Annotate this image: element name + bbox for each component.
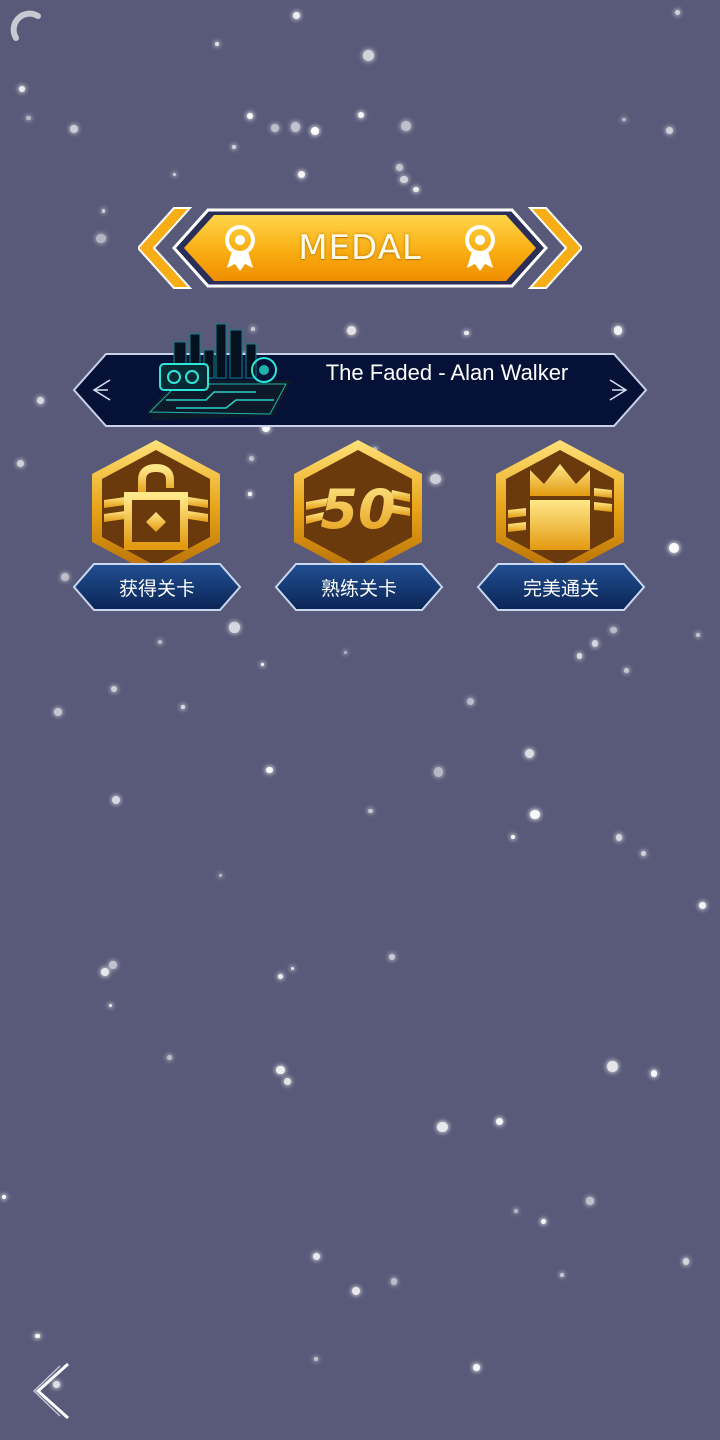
snowflake: [109, 1004, 113, 1008]
snowflake: [464, 330, 469, 336]
snowflake: [669, 542, 680, 553]
snowflake: [173, 173, 177, 177]
snowflake: [277, 973, 283, 979]
snowflake: [35, 1333, 40, 1338]
snowflake: [271, 123, 280, 132]
snowflake: [167, 1055, 173, 1061]
snowflake: [231, 144, 236, 149]
snowflake: [437, 1122, 448, 1133]
snowflake: [395, 163, 403, 171]
snowflake: [54, 707, 63, 717]
snowflake: [311, 126, 320, 135]
snowflake: [357, 111, 365, 119]
snowflake: [26, 116, 31, 121]
medal-label: 完美通关: [522, 578, 599, 600]
snowflake: [388, 954, 395, 961]
back-chevron-icon[interactable]: [28, 1360, 76, 1422]
snowflake: [218, 874, 222, 878]
snowflake: [260, 663, 264, 667]
snowflake: [496, 1117, 504, 1125]
snowflake: [111, 795, 120, 805]
medal-label: 熟练关卡: [320, 578, 397, 600]
snowflake: [698, 901, 707, 910]
snowflake: [665, 126, 674, 135]
snowflake: [158, 639, 163, 644]
snowflake: [283, 1077, 292, 1086]
snowflake: [229, 622, 241, 633]
snowflake: [101, 208, 106, 213]
snowflake: [297, 170, 305, 178]
medal-card-proficient[interactable]: 50 熟练关卡: [274, 438, 444, 616]
medal-label: 获得关卡: [118, 578, 195, 600]
snowflake: [695, 632, 701, 638]
snowflake: [576, 653, 583, 659]
snowflake: [413, 187, 419, 193]
snowflake: [514, 1208, 519, 1213]
snowflake: [70, 125, 79, 134]
snowflake: [586, 1197, 594, 1205]
snowflake: [17, 459, 25, 467]
snowflake: [651, 1070, 658, 1077]
snowflake: [363, 49, 374, 61]
snowflake: [248, 455, 255, 461]
snowflake: [368, 808, 374, 814]
snowflake: [214, 41, 220, 47]
snowflake: [433, 767, 444, 777]
snowflake: [110, 685, 118, 693]
snowflake: [291, 966, 295, 971]
snowflake: [624, 668, 630, 674]
snowflake: [313, 1253, 321, 1261]
snowflake: [640, 850, 647, 857]
snowflake: [591, 640, 599, 647]
snowflake: [560, 1272, 564, 1277]
medal-card-unlocked[interactable]: 获得关卡: [72, 438, 242, 616]
medal-card-perfect[interactable]: 完美通关: [476, 438, 646, 616]
snowflake: [181, 705, 185, 709]
snowflake: [541, 1218, 547, 1225]
circuit-city-artwork: [146, 323, 292, 420]
snowflake: [390, 1278, 398, 1285]
fifty-badge-icon: 50: [294, 440, 422, 576]
snowflake: [401, 120, 412, 131]
snowflake: [36, 396, 44, 404]
snowflake: [248, 492, 252, 496]
snowflake: [313, 1357, 318, 1362]
song-title: The Faded - Alan Walker: [325, 360, 569, 385]
snowflake: [473, 1364, 480, 1371]
snowflake: [347, 326, 357, 336]
snowflake: [343, 651, 347, 655]
snowflake: [290, 122, 301, 132]
snowflake: [400, 175, 408, 184]
snowflake: [622, 117, 626, 122]
snowflake: [524, 748, 535, 759]
snowflake: [511, 835, 516, 840]
snowflake: [466, 697, 475, 706]
snowflake: [352, 1287, 361, 1296]
snowflake: [276, 1065, 285, 1075]
medal-header-banner: MEDAL: [136, 206, 584, 290]
medal-title: MEDAL: [298, 228, 422, 268]
unlock-lock-icon: [92, 440, 220, 576]
snowflake: [613, 326, 623, 335]
loading-arc-icon: [10, 10, 41, 41]
crown-icon: [496, 440, 624, 576]
snowflake: [292, 11, 300, 19]
snowflake: [2, 1195, 7, 1200]
snowflake: [19, 86, 26, 92]
snowflake: [530, 809, 540, 820]
snowflake: [607, 1061, 618, 1072]
snowflake: [101, 967, 109, 976]
snowflake: [108, 961, 118, 970]
svg-text:50: 50: [320, 478, 395, 541]
snowflake: [609, 626, 617, 634]
snowflake: [96, 233, 106, 244]
snowflake: [615, 834, 623, 841]
snowflake: [266, 766, 273, 774]
snowflake: [60, 572, 69, 581]
snowflake: [247, 113, 253, 119]
snowflake: [675, 9, 681, 16]
snowflake: [682, 1258, 690, 1265]
